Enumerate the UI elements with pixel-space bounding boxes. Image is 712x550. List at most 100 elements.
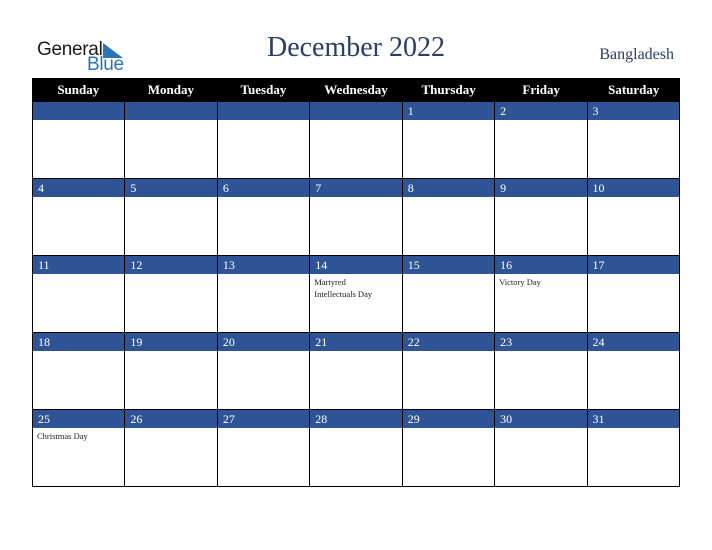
day-body [310, 120, 402, 179]
day-number: 13 [217, 256, 310, 274]
day-number: 8 [402, 179, 495, 197]
weekday-header: Wednesday [324, 82, 388, 97]
day-number: 22 [402, 333, 495, 351]
day-cell[interactable]: 25 Christmas Day [32, 410, 125, 487]
day-cell[interactable]: 16 Victory Day [494, 256, 587, 333]
day-body: Christmas Day [33, 428, 125, 487]
week-row: 123 [32, 102, 680, 179]
day-cell[interactable]: 8 [401, 179, 495, 256]
day-cell[interactable]: 26 [124, 410, 217, 487]
day-cell[interactable]: 17 [586, 256, 680, 333]
day-number: 4 [33, 179, 125, 197]
week-row: 25 Christmas Day 26 27 28 29 30 31 [32, 410, 680, 487]
day-number [125, 102, 217, 120]
day-number: 9 [495, 179, 587, 197]
weeks-container: 1 2 3 4 5 6 7 8 9 10 11 12 13 14 Martyred Intellectual… [32, 102, 680, 487]
day-number: 10 [587, 179, 679, 197]
holiday-label: Martyred Intellectuals Day [314, 277, 373, 299]
day-cell[interactable]: 30 [494, 410, 587, 487]
holiday-label: Victory Day [499, 277, 541, 287]
day-body [402, 120, 495, 179]
day-number: 19 [125, 333, 217, 351]
day-cell[interactable]: 4 [32, 179, 125, 256]
day-number [217, 102, 310, 120]
day-number: 21 [310, 333, 402, 351]
day-number: 25 [33, 410, 125, 428]
weekday-header: Monday [147, 82, 194, 97]
day-body [125, 274, 217, 333]
day-cell[interactable]: 9 [494, 179, 587, 256]
day-cell[interactable]: 11 [32, 256, 125, 333]
day-cell[interactable]: 28 [309, 410, 402, 487]
day-cell[interactable] [32, 102, 125, 179]
day-cell[interactable] [216, 102, 310, 179]
day-body [495, 428, 587, 487]
holiday-label: Christmas Day [37, 431, 88, 441]
day-cell[interactable]: 6 [216, 179, 310, 256]
day-cell[interactable]: 2 [494, 102, 587, 179]
day-body [587, 120, 679, 179]
day-number: 5 [125, 179, 217, 197]
day-cell[interactable]: 14 Martyred Intellectuals Day [309, 256, 402, 333]
day-cell[interactable]: 15 [401, 256, 495, 333]
day-number: 20 [217, 333, 310, 351]
day-body [125, 428, 217, 487]
week-row: 11 12 13 14 Martyred Intellectuals Day 15 16 Vi… [32, 256, 680, 333]
day-cell[interactable]: 23 [494, 333, 587, 410]
day-body [402, 274, 495, 333]
weekday-header: Saturday [608, 82, 660, 97]
day-number: 31 [587, 410, 679, 428]
day-cell[interactable]: 24 [586, 333, 680, 410]
day-cell[interactable]: 12 [124, 256, 217, 333]
day-number: 26 [125, 410, 217, 428]
day-number: 12 [125, 256, 217, 274]
day-body [587, 274, 679, 333]
day-cell[interactable]: 1 [401, 102, 495, 179]
day-cell[interactable]: 7 [309, 179, 402, 256]
day-number: 15 [402, 256, 495, 274]
day-body [33, 197, 125, 256]
day-body [33, 120, 125, 179]
day-body [217, 428, 310, 487]
day-number: 17 [587, 256, 679, 274]
day-body [33, 351, 125, 410]
day-number: 18 [33, 333, 125, 351]
day-body [125, 351, 217, 410]
day-cell[interactable] [124, 102, 217, 179]
weekday-header: Thursday [421, 82, 476, 97]
day-number: 2 [495, 102, 587, 120]
day-cell[interactable]: 13 [216, 256, 310, 333]
day-body [217, 197, 310, 256]
day-body [33, 274, 125, 333]
day-cell[interactable] [309, 102, 402, 179]
day-body [495, 120, 587, 179]
day-cell[interactable]: 29 [401, 410, 495, 487]
day-number: 30 [495, 410, 587, 428]
day-cell[interactable]: 10 [586, 179, 680, 256]
day-number: 3 [587, 102, 679, 120]
day-cell[interactable]: 31 [586, 410, 680, 487]
day-number: 6 [217, 179, 310, 197]
day-number: 27 [217, 410, 310, 428]
day-body [310, 428, 402, 487]
day-cell[interactable]: 22 [401, 333, 495, 410]
day-number [33, 102, 125, 120]
day-number: 24 [587, 333, 679, 351]
day-cell[interactable]: 20 [216, 333, 310, 410]
day-body: Martyred Intellectuals Day [310, 274, 402, 333]
day-cell[interactable]: 19 [124, 333, 217, 410]
day-cell[interactable]: 27 [216, 410, 310, 487]
day-body [495, 351, 587, 410]
day-cell[interactable]: 21 [309, 333, 402, 410]
day-cell[interactable]: 3 [586, 102, 680, 179]
day-body [587, 351, 679, 410]
day-cell[interactable]: 18 [32, 333, 125, 410]
day-body [217, 120, 310, 179]
day-number: 16 [495, 256, 587, 274]
day-cell[interactable]: 5 [124, 179, 217, 256]
day-body [125, 120, 217, 179]
day-body [125, 197, 217, 256]
country-label: Bangladesh [599, 46, 674, 63]
day-number [310, 102, 402, 120]
day-body [217, 351, 310, 410]
